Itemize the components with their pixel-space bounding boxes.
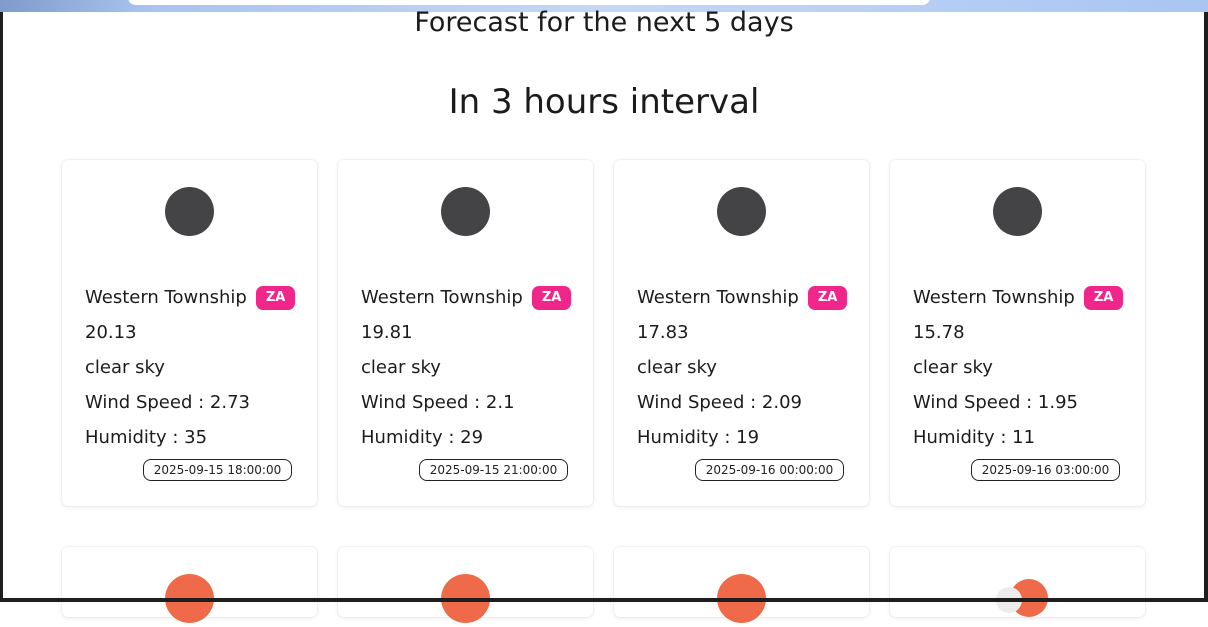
humidity: Humidity : 11 bbox=[913, 427, 1036, 448]
page-subtitle: In 3 hours interval bbox=[448, 82, 760, 122]
temperature: 20.13 bbox=[85, 322, 137, 343]
forecast-card: Western Township ZA 19.81 clear sky Wind … bbox=[338, 160, 593, 506]
page-title: Forecast for the next 5 days bbox=[414, 7, 794, 38]
country-badge: ZA bbox=[255, 286, 296, 310]
city-name: Western Township bbox=[913, 287, 1075, 308]
night-clear-icon bbox=[165, 187, 214, 236]
humidity: Humidity : 29 bbox=[361, 427, 484, 448]
forecast-card bbox=[62, 547, 317, 623]
city-name: Western Township bbox=[361, 287, 523, 308]
wind-speed: Wind Speed : 1.95 bbox=[913, 392, 1078, 413]
weather-description: clear sky bbox=[85, 357, 165, 378]
wind-speed: Wind Speed : 2.09 bbox=[637, 392, 802, 413]
forecast-card bbox=[614, 547, 869, 623]
temperature: 19.81 bbox=[361, 322, 413, 343]
night-clear-icon bbox=[441, 187, 490, 236]
city-name: Western Township bbox=[85, 287, 247, 308]
night-clear-icon bbox=[717, 187, 766, 236]
humidity: Humidity : 35 bbox=[85, 427, 208, 448]
datetime-badge: 2025-09-16 03:00:00 bbox=[971, 459, 1120, 481]
country-badge: ZA bbox=[1083, 286, 1124, 310]
forecast-card bbox=[338, 547, 593, 623]
weather-description: clear sky bbox=[637, 357, 717, 378]
city-line: Western Township ZA bbox=[361, 286, 572, 310]
country-badge: ZA bbox=[531, 286, 572, 310]
weather-description: clear sky bbox=[361, 357, 441, 378]
datetime-badge: 2025-09-15 18:00:00 bbox=[143, 459, 292, 481]
wind-speed: Wind Speed : 2.1 bbox=[361, 392, 515, 413]
humidity: Humidity : 19 bbox=[637, 427, 760, 448]
temperature: 17.83 bbox=[637, 322, 689, 343]
country-badge: ZA bbox=[807, 286, 848, 310]
city-line: Western Township ZA bbox=[913, 286, 1124, 310]
datetime-badge: 2025-09-16 00:00:00 bbox=[695, 459, 844, 481]
night-clear-icon bbox=[993, 187, 1042, 236]
forecast-card bbox=[890, 547, 1145, 617]
forecast-card: Western Township ZA 15.78 clear sky Wind … bbox=[890, 160, 1145, 506]
partly-cloudy-icon bbox=[996, 579, 1048, 627]
datetime-badge: 2025-09-15 21:00:00 bbox=[419, 459, 568, 481]
city-line: Western Township ZA bbox=[637, 286, 848, 310]
city-line: Western Township ZA bbox=[85, 286, 296, 310]
city-name: Western Township bbox=[637, 287, 799, 308]
forecast-card: Western Township ZA 20.13 clear sky Wind … bbox=[62, 160, 317, 506]
forecast-card: Western Township ZA 17.83 clear sky Wind … bbox=[614, 160, 869, 506]
temperature: 15.78 bbox=[913, 322, 965, 343]
window-border-bottom bbox=[0, 598, 1208, 602]
weather-description: clear sky bbox=[913, 357, 993, 378]
wind-speed: Wind Speed : 2.73 bbox=[85, 392, 250, 413]
